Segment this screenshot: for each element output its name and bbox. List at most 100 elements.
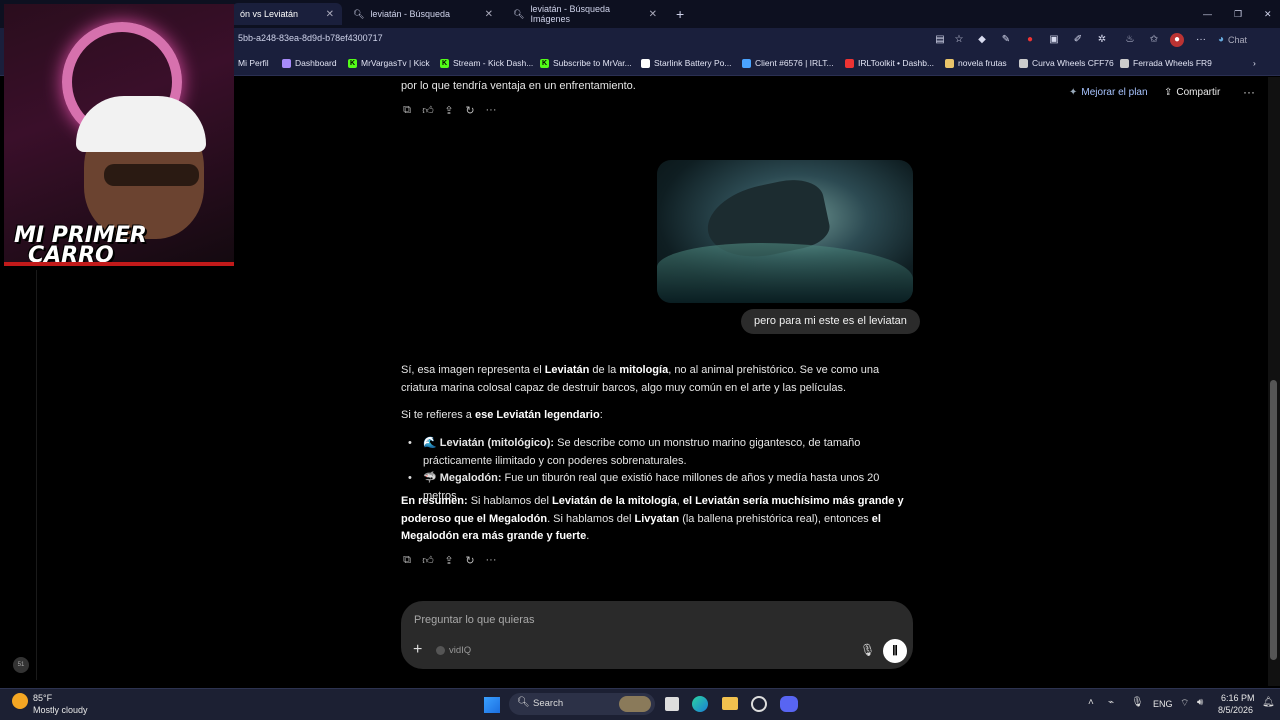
discord-icon[interactable] [780,696,798,712]
close-tab-icon[interactable]: ✕ [485,9,493,20]
chat-composer: Preguntar lo que quieras + vidIQ 🎙︎ ⫼ [401,601,913,669]
bookmark-item[interactable]: Curva Wheels CFF76 [1019,58,1114,68]
edge-icon[interactable] [692,696,708,712]
bookmark-icon [1120,58,1129,68]
profile-avatar[interactable]: ● [1170,33,1184,47]
bookmark-item[interactable]: Starlink Battery Po... [641,58,731,68]
share-button[interactable]: ⇪ Compartir [1164,87,1220,98]
scrollbar-thumb[interactable] [1270,380,1277,660]
search-icon: 🔍︎ [353,8,365,19]
task-view-icon[interactable] [665,697,679,711]
extension-red-icon[interactable]: ● [1023,33,1037,47]
bookmark-item[interactable]: Client #6576 | IRLT... [742,58,834,68]
microphone-icon[interactable]: 🎙︎ [1131,697,1144,708]
regenerate-icon[interactable]: ↻ [464,554,476,567]
new-tab-button[interactable]: + [668,3,692,25]
language-indicator[interactable]: ENG [1153,699,1173,709]
tab-active[interactable]: ón vs Leviatán ✕ [232,3,342,25]
taskbar-search[interactable]: 🔍︎ Search [509,693,655,715]
microphone-icon[interactable]: 🎙︎ [860,643,875,657]
clock-date[interactable]: 8/5/2026 [1218,705,1253,715]
bookmark-item[interactable]: novela frutas [945,58,1007,68]
regenerate-icon[interactable]: ↻ [464,104,476,117]
notifications-icon[interactable]: 🔔︎ [1262,697,1275,708]
volume-icon[interactable]: 🔊︎ [1197,697,1203,708]
minimize-icon[interactable]: — [1195,3,1220,25]
bookmark-icon [742,58,751,68]
thumbs-icon[interactable]: 👍︎ [422,554,434,567]
bookmark-page-icon [641,58,650,68]
url-input[interactable]: 5bb-a248-83ea-8d9d-b78ef4300717 [238,33,383,43]
copilot-chat-button[interactable]: ◕ Chat [1218,33,1247,47]
share-icon[interactable]: ⇪ [443,104,455,117]
assistant-paragraph-2: Si te refieres a ese Leviatán legendario… [401,409,603,421]
prompt-input[interactable]: Preguntar lo que quieras [414,614,534,626]
tab-label: leviatán - Búsqueda [370,9,450,19]
assistant-paragraph-1: Sí, esa imagen representa el Leviatán de… [401,364,880,394]
message-actions: ⧉ 👍︎ ⇪ ↻ ··· [401,554,497,567]
add-attachment-icon[interactable]: + [413,641,422,659]
ocean-wave [657,243,913,303]
puzzle-icon[interactable]: ✲ [1095,33,1109,47]
extension-icon[interactable]: ◆ [975,33,989,47]
list-item: 🌊 Leviatán (mitológico): Se describe com… [408,435,913,470]
user-uploaded-image[interactable] [657,160,913,303]
file-explorer-icon[interactable] [722,697,738,710]
search-icon: 🔍︎ [517,697,530,708]
thumbs-icon[interactable]: 👍︎ [422,104,434,117]
vidiq-plugin-chip[interactable]: vidIQ [436,645,471,656]
share-icon[interactable]: ⇪ [443,554,455,567]
share-icon: ⇪ [1164,87,1173,98]
more-options-button[interactable]: ··· [1243,85,1255,99]
bookmark-icon [845,58,854,68]
bookmark-icon [282,58,291,68]
weather-icon[interactable] [12,693,28,709]
voice-mode-button[interactable]: ⫼ [883,639,907,663]
more-icon[interactable]: ··· [1194,33,1208,47]
search-icon: 🔍︎ [513,8,525,19]
chevron-right-icon[interactable]: › [1253,58,1256,68]
user-message-bubble: pero para mi este es el leviatan [741,309,920,334]
tab-imagenes[interactable]: 🔍︎ leviatán - Búsqueda Imágenes ✕ [505,3,665,25]
clock-time[interactable]: 6:16 PM [1221,693,1255,703]
tab-busqueda[interactable]: 🔍︎ leviatán - Búsqueda ✕ [345,3,501,25]
weather-status[interactable]: Mostly cloudy [33,705,88,715]
more-icon[interactable]: ··· [485,104,497,117]
bookmark-icon [1019,58,1028,68]
bookmark-item[interactable]: Dashboard [282,58,337,68]
bookmark-item[interactable]: K MrVargasTv | Kick [348,58,430,68]
bookmark-item[interactable]: Ferrada Wheels FR9 [1120,58,1212,68]
avatar[interactable]: 51 [13,657,29,673]
more-icon[interactable]: ··· [485,554,497,567]
folder-icon [945,58,954,68]
tab-label: ón vs Leviatán [240,9,299,19]
reader-icon[interactable]: ▤ [933,33,947,47]
bookmark-item[interactable]: IRLToolkit • Dashb... [845,58,934,68]
temperature[interactable]: 85°F [33,693,52,703]
close-tab-icon[interactable]: ✕ [326,9,334,20]
copy-icon[interactable]: ⧉ [401,554,413,567]
eyedropper-icon[interactable]: ✐ [1071,33,1085,47]
collections-icon[interactable]: ✩ [1147,33,1161,47]
close-window-icon[interactable]: ✕ [1256,3,1280,25]
close-tab-icon[interactable]: ✕ [649,9,657,20]
pen-icon[interactable]: ✎ [999,33,1013,47]
chevron-up-icon[interactable]: ˄ [1088,697,1094,708]
favorite-star-icon[interactable]: ☆ [952,33,966,47]
search-highlight-image [619,696,651,712]
maximize-icon[interactable]: ❐ [1226,3,1250,25]
vidiq-icon [436,646,445,655]
bookmark-item[interactable]: Mi Perfil [238,58,269,68]
upgrade-plan-button[interactable]: ✦ Mejorar el plan [1069,87,1148,98]
kick-icon: K [348,58,357,68]
obs-icon[interactable] [751,696,767,712]
wifi-icon[interactable]: ⌔ [1180,697,1189,710]
bookmark-item[interactable]: K Stream - Kick Dash... [440,58,533,68]
bookmark-item[interactable]: K Subscribe to MrVar... [540,58,632,68]
windows-start-icon[interactable] [484,697,500,713]
network-icon[interactable]: ⌁ [1108,697,1114,708]
performance-icon[interactable]: ♨ [1123,33,1137,47]
copy-icon[interactable]: ⧉ [401,104,413,117]
copilot-icon: ◕ [1218,34,1225,45]
extension-box-icon[interactable]: ▣ [1047,33,1061,47]
